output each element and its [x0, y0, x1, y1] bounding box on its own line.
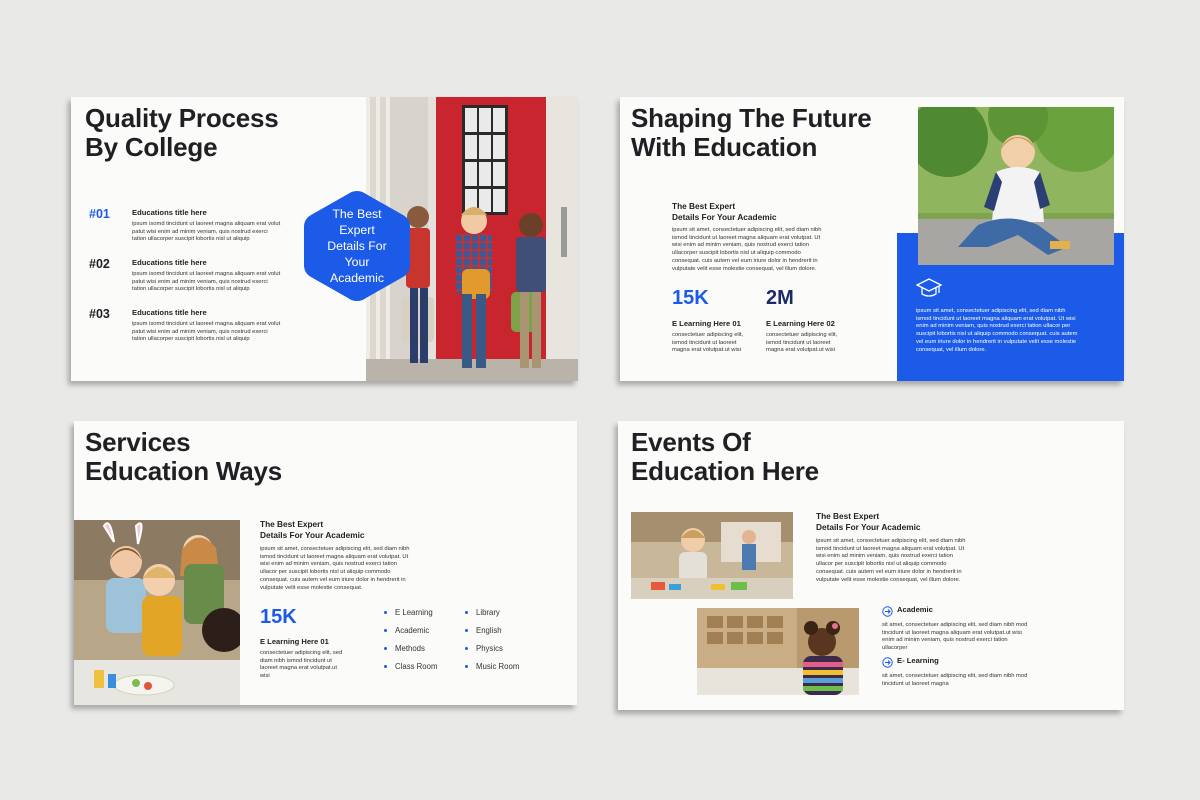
list-item-label: Academic: [395, 626, 430, 635]
photo-smiling-girl: [697, 608, 859, 695]
photo-boy-drawing: [918, 107, 1114, 265]
bullet-icon: [384, 647, 387, 651]
title-line: Quality Process: [85, 103, 279, 133]
graduation-cap-icon: [915, 276, 943, 305]
item-number: #01: [89, 207, 110, 221]
subtitle: The Best Expert Details For Your Academi…: [672, 201, 777, 222]
bullet-icon: [465, 665, 468, 669]
services-list-left: E Learning Academic Methods Class Room: [384, 608, 437, 680]
badge-line: Your: [344, 255, 370, 269]
bullet-icon: [465, 629, 468, 633]
list-item: Physics: [465, 644, 519, 662]
title-line: Education Here: [631, 456, 819, 486]
list-item: Class Room: [384, 662, 437, 680]
stat-text: consectetuer adipiscing elit, sed diam n…: [260, 650, 343, 680]
badge-line: The Best: [332, 207, 382, 221]
slide-services: Services Education Ways The Best Expert …: [74, 421, 577, 705]
item-heading: Educations title here: [132, 258, 207, 267]
subtitle: The Best Expert Details For Your Academi…: [816, 511, 921, 532]
stat-value: 15K: [672, 287, 709, 309]
subtitle-line: The Best Expert: [672, 201, 736, 211]
title-line: By College: [85, 132, 218, 162]
subtitle-line: Details For Your Academic: [816, 521, 921, 532]
slide-title: Events Of Education Here: [631, 428, 819, 486]
slide-events: Events Of Education Here The Best Expert…: [618, 421, 1124, 710]
list-item-label: E Learning: [395, 608, 433, 617]
subtitle-line: Details For Your Academic: [672, 211, 777, 222]
arrow-circle-icon: [882, 655, 893, 673]
slide-quality-process: Quality Process By College #01 Education…: [71, 97, 578, 381]
list-item: Library: [465, 608, 519, 626]
badge-line: Academic: [330, 271, 384, 285]
badge-text: The Best Expert Details For Your Academi…: [300, 206, 414, 286]
item-text: ipsum isomd tincidunt ut laoreet magna a…: [132, 271, 281, 293]
slide-shaping-future: Shaping The Future With Education The Be…: [620, 97, 1124, 381]
photo-illustration: [918, 107, 1114, 265]
item-number: #02: [89, 257, 110, 271]
body-text: ipsum sit amet, consectetuer adipiscing …: [672, 227, 822, 272]
item-text: ipsum isomd tincidunt ut laoreet magna a…: [132, 321, 281, 343]
title-line: Education Ways: [85, 456, 283, 486]
services-list-right: Library English Physics Music Room: [465, 608, 519, 680]
item-heading: Educations title here: [132, 208, 207, 217]
title-line: Shaping The Future: [631, 103, 872, 133]
subtitle-line: The Best Expert: [816, 511, 880, 521]
bullet-icon: [384, 665, 387, 669]
stat-label: E Learning Here 01: [672, 319, 741, 328]
event-text: sit amet, consectetuer adipiscing elit, …: [882, 622, 1028, 652]
item-text: ipsum isomd tincidunt ut laoreet magna a…: [132, 221, 281, 243]
slide-title: Services Education Ways: [85, 428, 282, 486]
bullet-icon: [465, 611, 468, 615]
title-line: With Education: [631, 132, 818, 162]
list-item-label: Methods: [395, 644, 425, 653]
badge-line: Expert: [339, 223, 375, 237]
hexagon-badge: The Best Expert Details For Your Academi…: [300, 187, 414, 305]
title-line: Services: [85, 427, 191, 457]
photo-illustration: [74, 520, 240, 705]
list-item-label: Class Room: [395, 662, 438, 671]
list-item-label: Music Room: [476, 662, 520, 671]
list-item-label: English: [476, 626, 502, 635]
bullet-icon: [384, 629, 387, 633]
list-item-label: Physics: [476, 644, 503, 653]
event-heading: Academic: [897, 605, 933, 614]
event-heading: E- Learning: [897, 656, 939, 665]
photo-illustration: [631, 512, 793, 599]
body-text: ipsum sit amet, consectetuer adipiscing …: [816, 538, 966, 583]
list-item: E Learning: [384, 608, 437, 626]
stat-text: consectetuer adipiscing elit, ismod tinc…: [766, 332, 838, 354]
list-item: Music Room: [465, 662, 519, 680]
body-text: ipsum sit amet, consectetuer adipiscing …: [260, 546, 410, 591]
subtitle: The Best Expert Details For Your Academi…: [260, 519, 365, 540]
item-heading: Educations title here: [132, 308, 207, 317]
panel-text: ipsum sit amet, consectetuer adipiscing …: [916, 308, 1078, 353]
subtitle-line: The Best Expert: [260, 519, 324, 529]
title-line: Events Of: [631, 427, 751, 457]
list-item: Methods: [384, 644, 437, 662]
list-item-label: Library: [476, 608, 500, 617]
list-item: Academic: [384, 626, 437, 644]
slide-title: Shaping The Future With Education: [631, 104, 872, 162]
stat-text: consectetuer adipiscing elit, ismod tinc…: [672, 332, 744, 354]
photo-classroom-boy: [631, 512, 793, 599]
stat-label: E Learning Here 02: [766, 319, 835, 328]
item-number: #03: [89, 307, 110, 321]
arrow-circle-icon: [882, 604, 893, 622]
stat-label: E Learning Here 01: [260, 637, 329, 646]
badge-line: Details For: [327, 239, 387, 253]
stat-value: 15K: [260, 606, 297, 628]
photo-illustration: [697, 608, 859, 695]
event-text: sit amet, consectetuer adipiscing elit, …: [882, 673, 1028, 687]
slide-title: Quality Process By College: [85, 104, 279, 162]
subtitle-line: Details For Your Academic: [260, 529, 365, 540]
list-item: English: [465, 626, 519, 644]
photo-children-painting: [74, 520, 240, 705]
bullet-icon: [465, 647, 468, 651]
stat-value: 2M: [766, 287, 794, 309]
bullet-icon: [384, 611, 387, 615]
